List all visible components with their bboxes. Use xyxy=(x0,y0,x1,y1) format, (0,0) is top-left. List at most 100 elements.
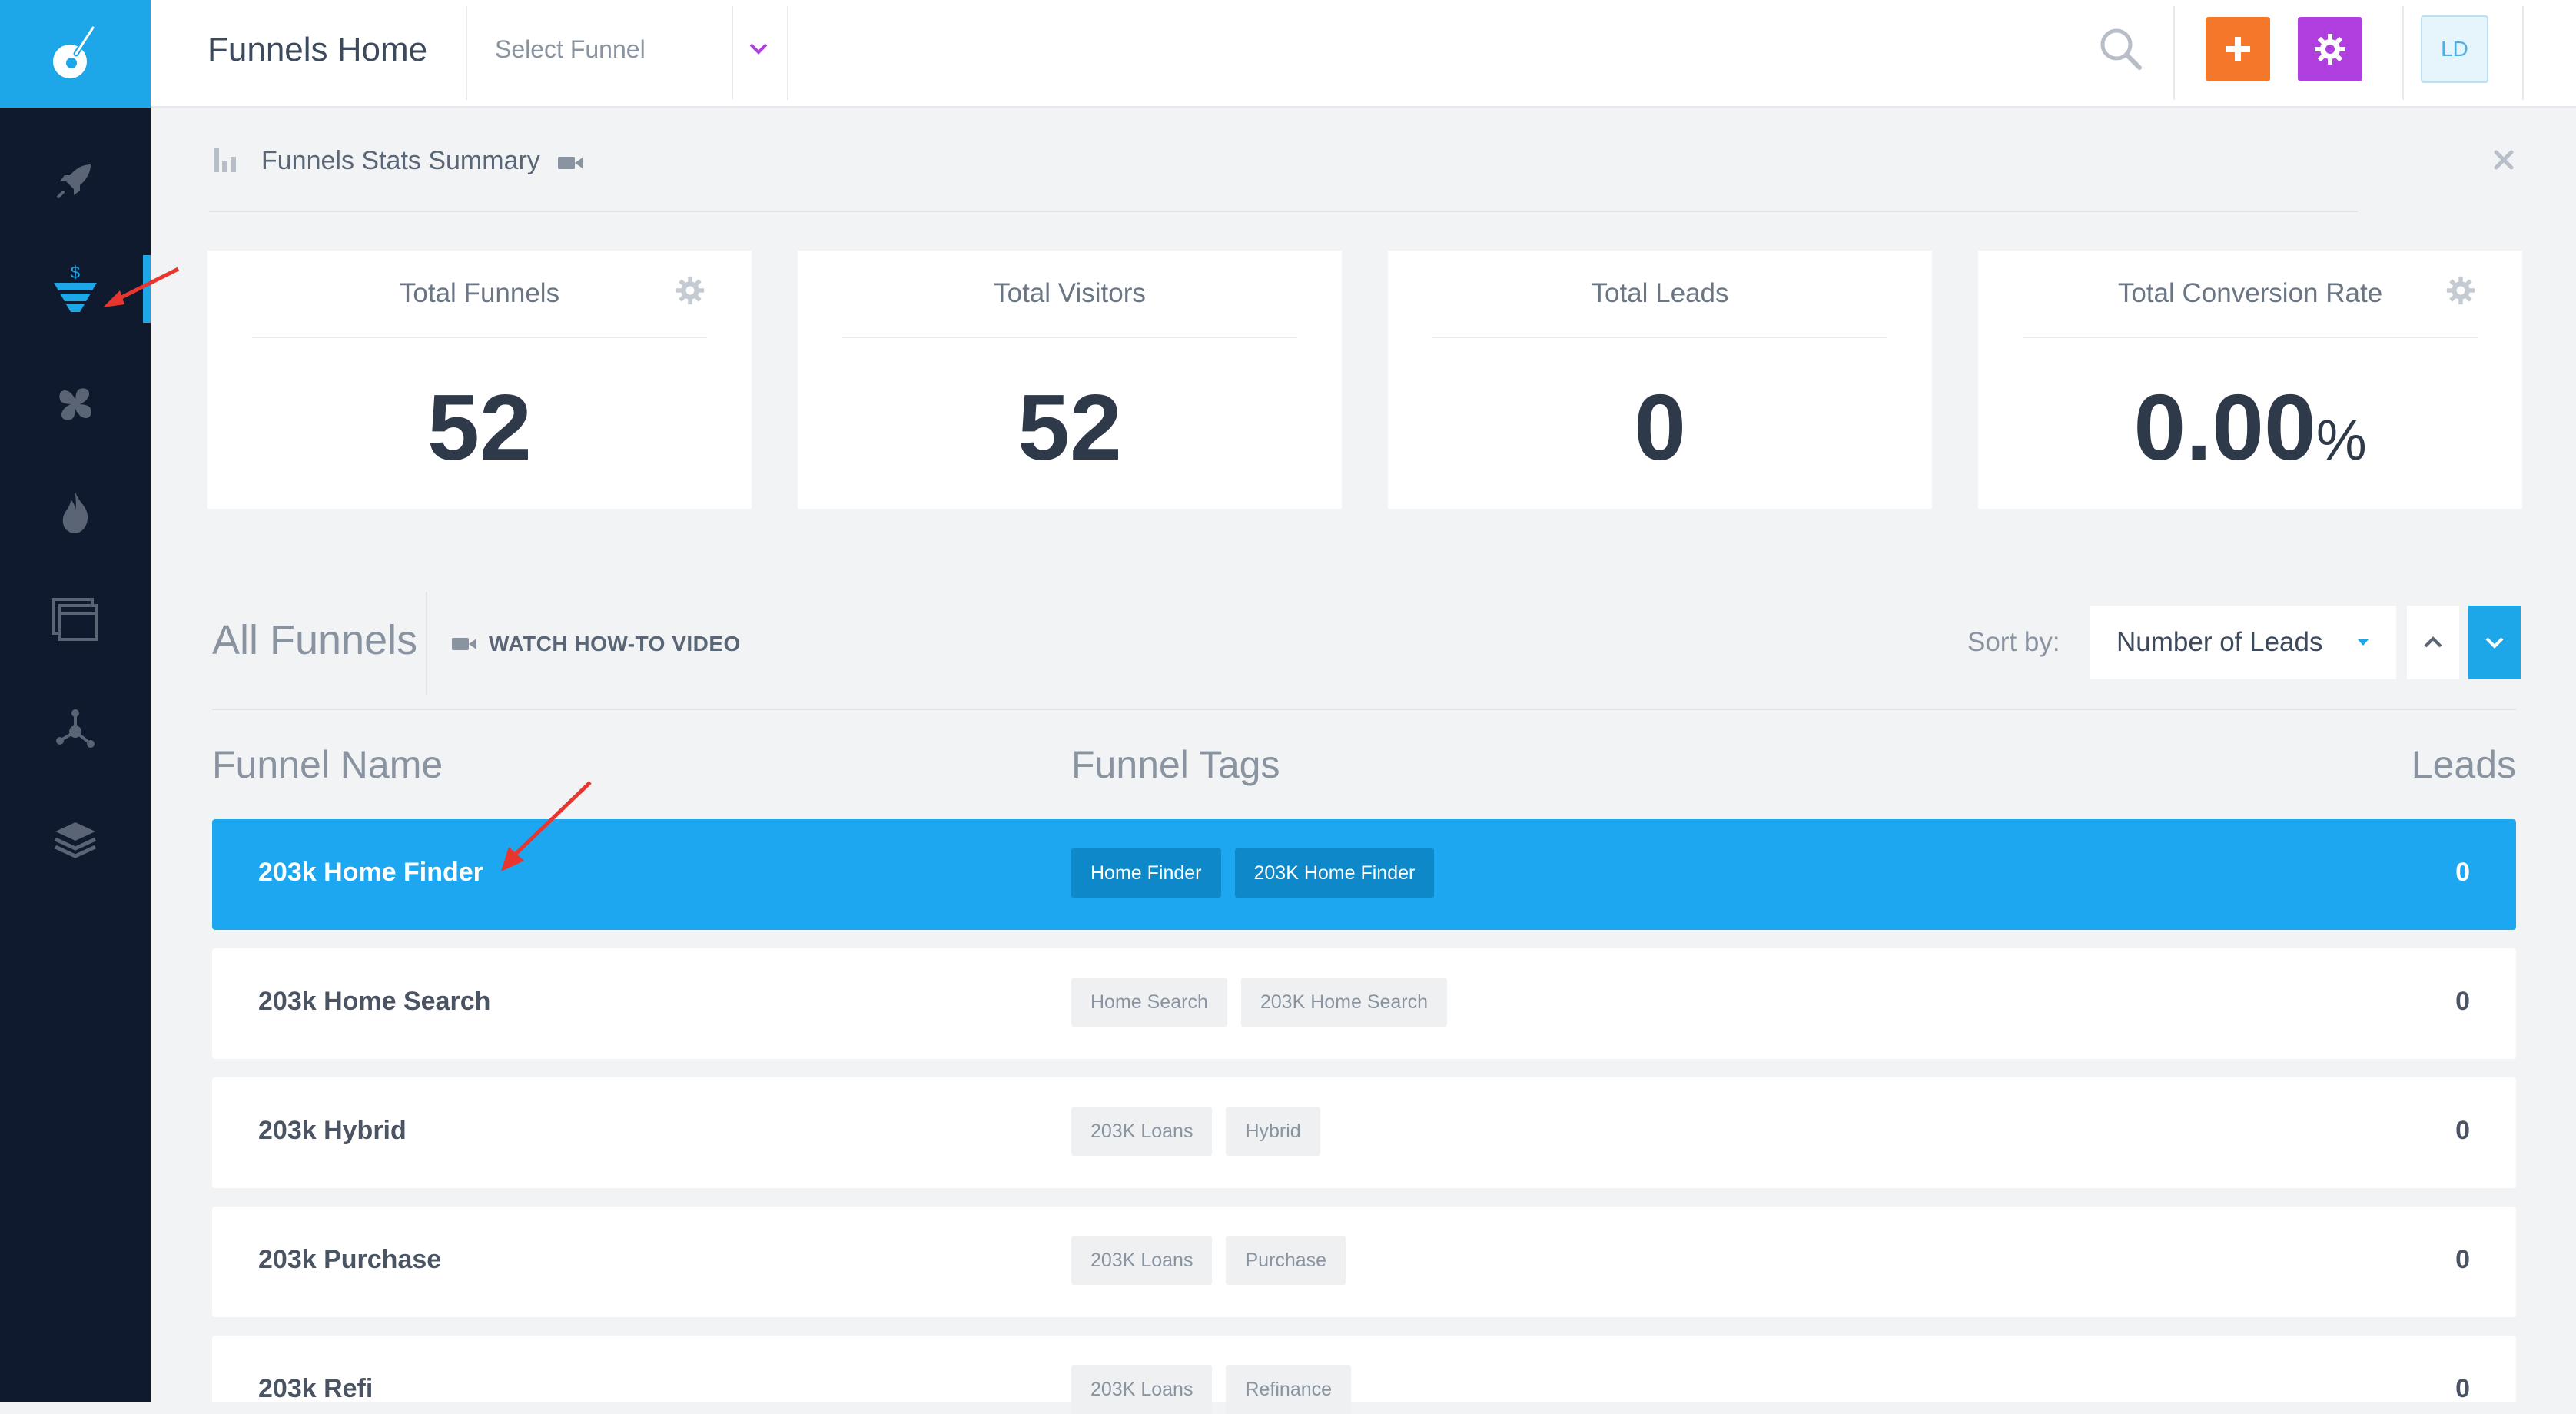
watch-video-link[interactable]: WATCH HOW-TO VIDEO xyxy=(450,632,741,656)
stat-number: 0.00 xyxy=(2133,375,2316,480)
add-button[interactable] xyxy=(2206,17,2270,81)
sort-ascending-button[interactable] xyxy=(2407,606,2459,679)
stat-unit: % xyxy=(2315,408,2367,472)
funnel-name[interactable]: 203k Home Finder xyxy=(258,858,483,888)
chevron-down-icon[interactable] xyxy=(747,40,770,62)
stat-value: 52 xyxy=(427,375,532,480)
stats-summary-header: Funnels Stats Summary xyxy=(209,138,2514,212)
funnel-tag[interactable]: 203K Home Search xyxy=(1240,978,1448,1027)
funnel-row[interactable]: 203k Hybrid 203K Loans Hybrid 0 xyxy=(212,1077,2516,1188)
funnel-name[interactable]: 203k Refi xyxy=(258,1374,373,1404)
gear-icon[interactable] xyxy=(2445,275,2476,310)
funnel-tag[interactable]: 203K Home Finder xyxy=(1234,848,1435,898)
stat-label: Total Conversion Rate xyxy=(2117,278,2383,308)
divider xyxy=(2402,6,2404,100)
sort-value: Number of Leads xyxy=(2116,627,2323,657)
funnel-leads: 0 xyxy=(2455,1374,2470,1403)
sidebar-item-funnels[interactable]: $ xyxy=(0,251,151,327)
divider xyxy=(212,709,2516,710)
funnel-tag[interactable]: 203K Loans xyxy=(1071,1365,1213,1414)
funnel-tags: 203K Loans Purchase xyxy=(1071,1236,1346,1285)
divider xyxy=(787,6,788,100)
divider xyxy=(252,337,707,338)
sidebar: $ xyxy=(0,0,151,1402)
sidebar-item-launch[interactable] xyxy=(0,141,151,218)
funnel-tag[interactable]: 203K Loans xyxy=(1071,1236,1213,1285)
divider xyxy=(466,6,467,100)
column-header-tags: Funnel Tags xyxy=(1071,743,1280,786)
sort-descending-button[interactable] xyxy=(2468,606,2521,679)
funnel-name[interactable]: 203k Purchase xyxy=(258,1245,441,1275)
window-icon xyxy=(52,598,98,641)
sidebar-item-integrations[interactable] xyxy=(0,366,151,443)
stat-label: Total Funnels xyxy=(399,278,560,308)
funnel-leads: 0 xyxy=(2455,858,2470,887)
funnel-row[interactable]: 203k Home Finder Home Finder 203K Home F… xyxy=(212,819,2516,930)
chevron-up-icon xyxy=(2424,636,2442,648)
stats-summary-title: Funnels Stats Summary xyxy=(261,146,540,175)
avatar[interactable]: LD xyxy=(2421,15,2488,83)
video-icon xyxy=(452,638,476,650)
funnel-name[interactable]: 203k Hybrid xyxy=(258,1116,407,1146)
funnel-row[interactable]: 203k Home Search Home Search 203K Home S… xyxy=(212,948,2516,1059)
divider xyxy=(2522,6,2524,100)
funnel-tag[interactable]: Refinance xyxy=(1226,1365,1352,1414)
watch-video-label: WATCH HOW-TO VIDEO xyxy=(489,632,741,656)
share-icon xyxy=(56,709,95,748)
divider xyxy=(732,6,733,100)
logo-icon xyxy=(53,25,96,78)
funnel-tag[interactable]: Hybrid xyxy=(1226,1107,1320,1156)
funnel-tags: 203K Loans Refinance xyxy=(1071,1365,1352,1414)
funnel-leads: 0 xyxy=(2455,1245,2470,1274)
settings-button[interactable] xyxy=(2298,17,2362,81)
chevron-down-icon xyxy=(2485,637,2504,649)
close-icon[interactable] xyxy=(2491,148,2516,176)
page-title: Funnels Home xyxy=(207,31,428,68)
divider xyxy=(842,337,1297,338)
stat-value: 0.00% xyxy=(1978,373,2522,481)
sidebar-item-connections[interactable] xyxy=(0,692,151,768)
puzzle-icon xyxy=(59,388,91,420)
funnel-tags: Home Finder 203K Home Finder xyxy=(1071,848,1435,898)
sidebar-item-resources[interactable] xyxy=(0,802,151,879)
funnel-leads: 0 xyxy=(2455,1116,2470,1145)
funnel-tag[interactable]: 203K Loans xyxy=(1071,1107,1213,1156)
stat-value: 0 xyxy=(1634,375,1686,480)
active-indicator xyxy=(143,255,151,323)
funnel-tag[interactable]: Home Search xyxy=(1071,978,1227,1027)
rocket-icon xyxy=(57,164,91,198)
sort-select[interactable]: Number of Leads xyxy=(2090,606,2396,679)
sidebar-item-hot-leads[interactable] xyxy=(0,473,151,550)
column-header-leads: Leads xyxy=(2411,743,2516,786)
funnel-leads: 0 xyxy=(2455,987,2470,1016)
top-bar: Funnels Home Select Funnel LD xyxy=(151,0,2576,108)
funnel-row[interactable]: 203k Purchase 203K Loans Purchase 0 xyxy=(212,1207,2516,1317)
divider xyxy=(426,592,427,695)
caret-down-icon xyxy=(2358,639,2369,646)
stat-value: 52 xyxy=(1017,375,1122,480)
bar-chart-icon xyxy=(211,144,241,179)
funnel-tag[interactable]: Home Finder xyxy=(1071,848,1221,898)
sort-label: Sort by: xyxy=(1967,627,2060,657)
divider xyxy=(2023,337,2478,338)
select-funnel-dropdown[interactable]: Select Funnel xyxy=(495,35,646,64)
funnel-tags: Home Search 203K Home Search xyxy=(1071,978,1448,1027)
search-icon[interactable] xyxy=(2098,26,2144,76)
stat-label: Total Leads xyxy=(1591,278,1729,308)
gear-icon[interactable] xyxy=(675,275,705,310)
app-logo[interactable] xyxy=(0,0,151,108)
stat-label: Total Visitors xyxy=(994,278,1146,308)
stat-card-total-funnels: Total Funnels 52 xyxy=(207,251,752,509)
stat-card-total-visitors: Total Visitors 52 xyxy=(798,251,1342,509)
sidebar-item-pages[interactable] xyxy=(0,581,151,658)
funnel-tags: 203K Loans Hybrid xyxy=(1071,1107,1320,1156)
svg-text:$: $ xyxy=(71,263,80,282)
column-header-name: Funnel Name xyxy=(212,743,443,786)
funnel-tag[interactable]: Purchase xyxy=(1226,1236,1346,1285)
funnel-name[interactable]: 203k Home Search xyxy=(258,987,490,1017)
funnel-row[interactable]: 203k Refi 203K Loans Refinance 0 xyxy=(212,1336,2516,1414)
stat-card-total-leads: Total Leads 0 xyxy=(1388,251,1932,509)
divider xyxy=(2173,6,2175,100)
video-icon[interactable] xyxy=(556,154,584,176)
gear-icon xyxy=(2315,34,2345,65)
